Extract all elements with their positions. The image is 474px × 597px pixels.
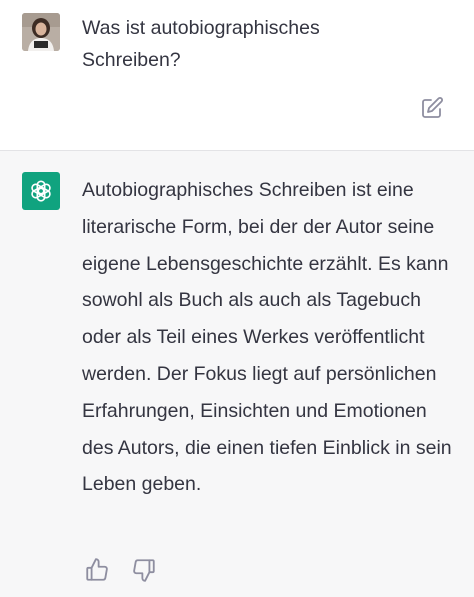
openai-logo-icon [31, 180, 51, 202]
user-photo-icon [22, 13, 60, 51]
user-message-text: Was ist autobiographisches Schreiben? [82, 17, 320, 71]
assistant-message-text: Autobiographisches Schreiben ist eine li… [82, 179, 452, 496]
edit-message-button[interactable] [420, 96, 444, 120]
thumbs-down-icon [133, 559, 155, 582]
user-message: Was ist autobiographisches Schreiben? [0, 0, 474, 150]
user-avatar [22, 13, 60, 51]
assistant-avatar [22, 172, 60, 210]
assistant-message: Autobiographisches Schreiben ist eine li… [0, 151, 474, 597]
pencil-square-icon [422, 97, 443, 118]
thumbs-down-button[interactable] [131, 557, 157, 583]
thumbs-up-icon [86, 558, 108, 581]
thumbs-up-button[interactable] [84, 557, 110, 583]
